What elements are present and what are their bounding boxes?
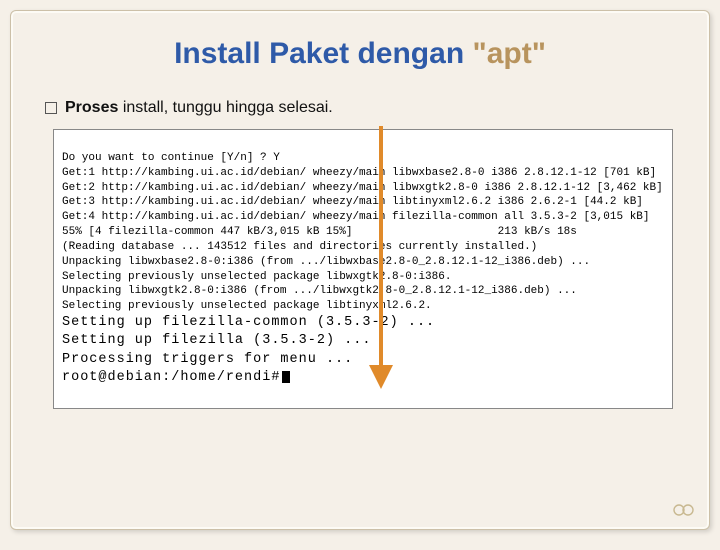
cursor-icon (282, 371, 290, 383)
title-part1: Install Paket dengan (174, 37, 472, 70)
term-line: 55% [4 filezilla-common 447 kB/3,015 kB … (62, 226, 577, 238)
title-part2: "apt" (472, 37, 545, 70)
bullet-line: Proses install, tunggu hingga selesai. (45, 99, 681, 117)
term-line: Get:4 http://kambing.ui.ac.id/debian/ wh… (62, 211, 650, 223)
term-line: Get:2 http://kambing.ui.ac.id/debian/ wh… (62, 182, 663, 194)
term-line: Unpacking libwxgtk2.8-0:i386 (from .../l… (62, 285, 577, 297)
term-big-line: Processing triggers for menu ... (62, 352, 353, 367)
term-prompt: root@debian:/home/rendi# (62, 370, 280, 385)
term-big-line: Setting up filezilla-common (3.5.3-2) ..… (62, 315, 435, 330)
term-line: Unpacking libwxbase2.8-0:i386 (from .../… (62, 256, 590, 268)
term-line: Get:1 http://kambing.ui.ac.id/debian/ wh… (62, 167, 656, 179)
term-big-line: Setting up filezilla (3.5.3-2) ... (62, 333, 371, 348)
term-line: Selecting previously unselected package … (62, 271, 451, 283)
term-line: Do you want to continue [Y/n] ? Y (62, 152, 280, 164)
term-line: (Reading database ... 143512 files and d… (62, 241, 537, 253)
bullet-bold: Proses (65, 99, 118, 116)
term-line: Get:3 http://kambing.ui.ac.id/debian/ wh… (62, 196, 643, 208)
slide: Install Paket dengan "apt" Proses instal… (10, 10, 710, 530)
bullet-icon (45, 102, 57, 114)
terminal-screenshot: Do you want to continue [Y/n] ? Y Get:1 … (53, 129, 673, 409)
corner-decoration-icon (673, 501, 695, 519)
slide-title: Install Paket dengan "apt" (39, 37, 681, 71)
term-line: Selecting previously unselected package … (62, 300, 432, 312)
bullet-rest: install, tunggu hingga selesai. (118, 99, 332, 116)
